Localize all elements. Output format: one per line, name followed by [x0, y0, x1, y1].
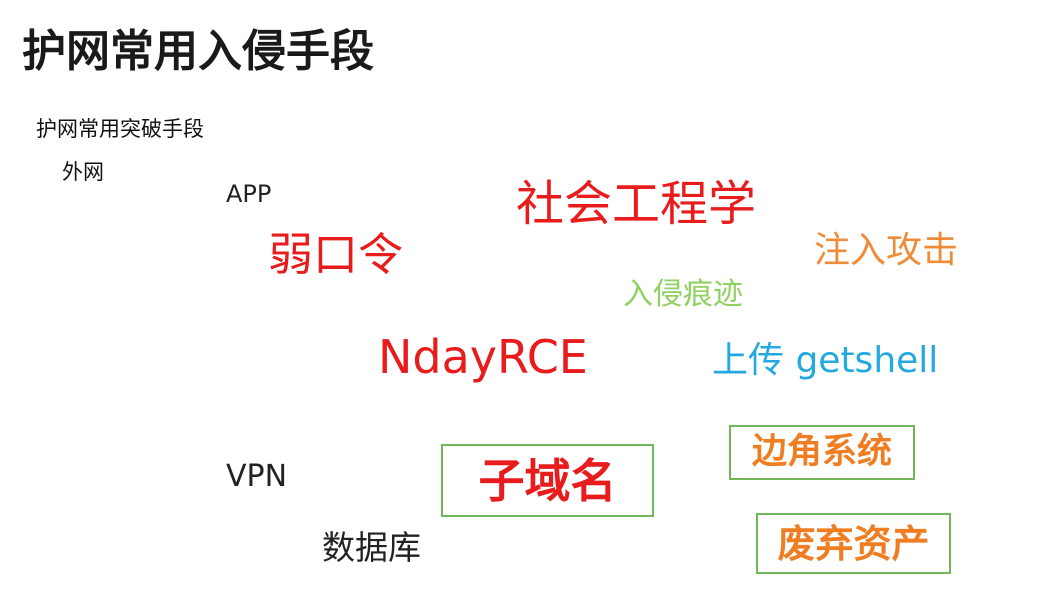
outer-network-label: 外网: [62, 160, 104, 184]
boxed-word-subdomain: 子域名: [441, 444, 654, 517]
word-social-engineering: 社会工程学: [516, 176, 757, 232]
word-upload-getshell: 上传 getshell: [712, 340, 939, 381]
word-vpn: VPN: [226, 459, 288, 494]
word-database: 数据库: [322, 528, 421, 567]
slide-title: 护网常用入侵手段: [22, 26, 374, 77]
word-weak-password: 弱口令: [268, 228, 404, 281]
word-app: APP: [226, 180, 272, 208]
boxed-word-edge-systems: 边角系统: [729, 425, 915, 480]
word-nday-rce: NdayRCE: [378, 330, 588, 384]
boxed-word-abandoned-assets: 废弃资产: [756, 513, 951, 574]
boxed-word-abandoned-assets-label: 废弃资产: [777, 521, 930, 566]
slide-subtitle: 护网常用突破手段: [36, 117, 204, 141]
boxed-word-subdomain-label: 子域名: [478, 453, 617, 508]
word-injection-attack: 注入攻击: [814, 230, 959, 271]
boxed-word-edge-systems-label: 边角系统: [751, 432, 892, 472]
word-intrusion-traces: 入侵痕迹: [623, 277, 743, 312]
